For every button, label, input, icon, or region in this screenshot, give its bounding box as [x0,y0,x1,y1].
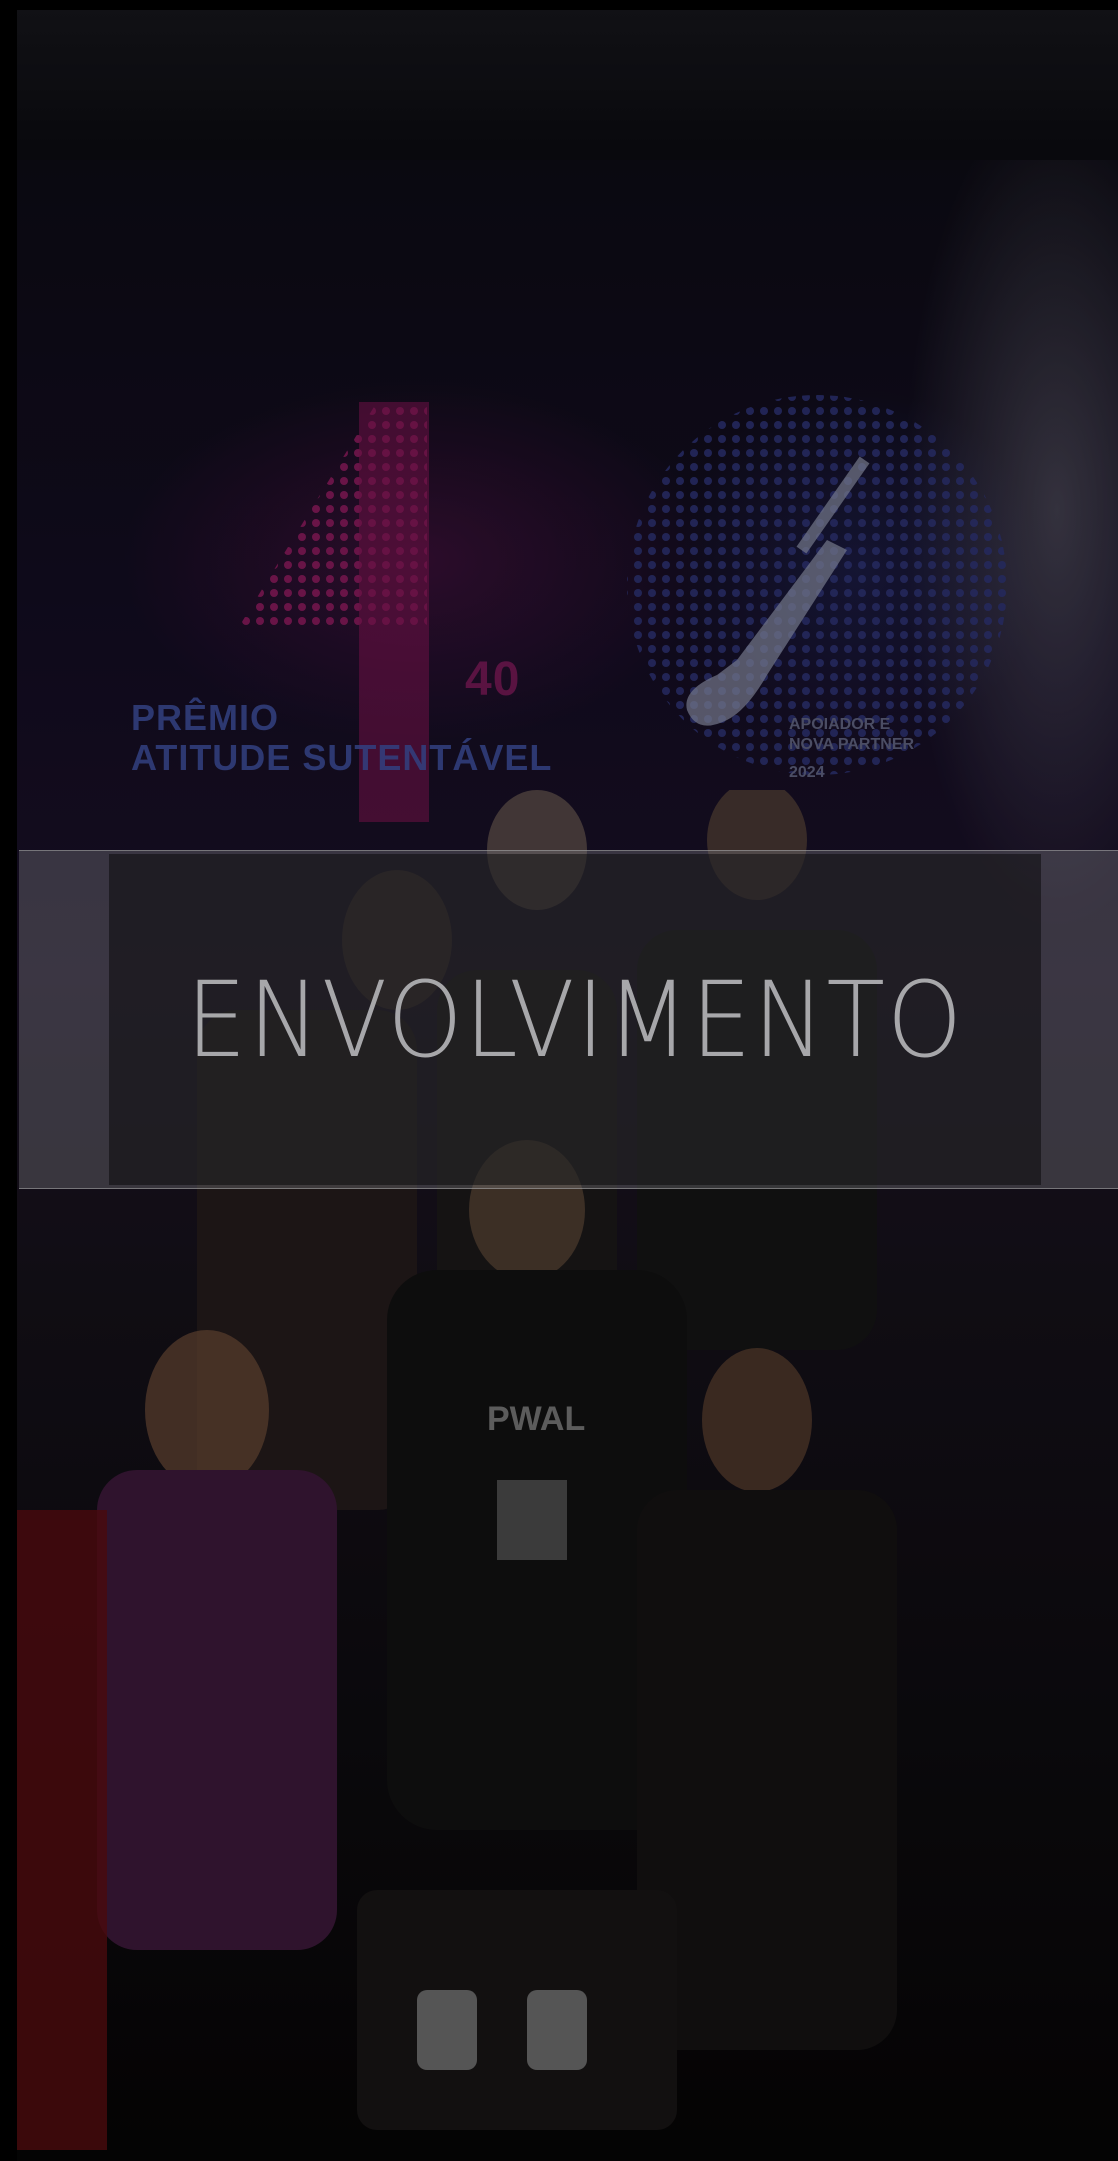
stage-40-logo [237,395,1007,822]
stage-side-line-1: APOIADOR E [789,716,891,733]
shirt-text: PWAL [487,1400,585,1438]
stage-award-line-1: PRÊMIO [131,697,280,738]
hero-title-box: ENVOLVIMENTO [109,854,1041,1185]
stage-badge-number: 40 [465,653,521,706]
hero-title-band: ENVOLVIMENTO [19,850,1118,1189]
stage-award-line-2: ATITUDE SUTENTÁVEL [131,737,553,778]
stage-ceiling [17,10,1118,160]
stage-side-line-2: NOVA PARTNER [789,736,915,753]
stage-side-line-3: 2024 [789,764,825,781]
hero-title: ENVOLVIMENTO [185,958,964,1081]
